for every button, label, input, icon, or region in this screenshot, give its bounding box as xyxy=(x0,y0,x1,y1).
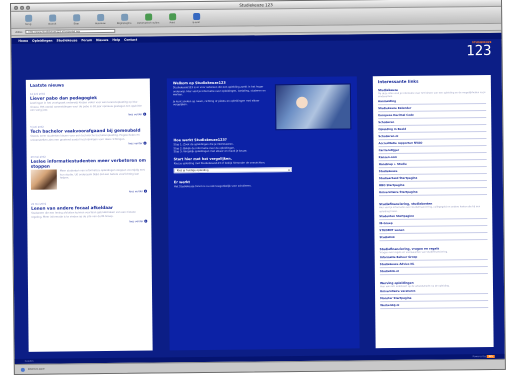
start-text: Kies je opleiding met Studiekeuze123 of … xyxy=(173,161,266,166)
site-logo[interactable]: STUDIEKEUZE 123 xyxy=(449,41,491,61)
powered-by: Powered by IBG xyxy=(472,354,495,359)
arrow-circle-icon xyxy=(143,189,147,193)
welcome-block: Welkom op Studiekeuze123 Studiekeuze123 … xyxy=(173,79,352,131)
mail-icon xyxy=(192,12,200,20)
read-more-link[interactable]: lees verder xyxy=(31,189,147,195)
refresh-button[interactable]: Vernieuw xyxy=(91,13,109,25)
news-item: 5 juni 2002 Tech bachelor vaakvoorafgaan… xyxy=(30,125,147,147)
back-button[interactable]: Terug xyxy=(19,14,37,25)
welcome-text: Studiekeuze123 is er voor iedereen die e… xyxy=(172,85,266,97)
link-group: Werving opleidingen Voor wie zich oriënt… xyxy=(380,280,489,310)
step-3: Stap 3: Vergelijk opleidingen met elkaar… xyxy=(173,149,248,154)
news-headline[interactable]: Leslee informatiestudenten meer verbeter… xyxy=(31,158,147,169)
nav-item-nieuws[interactable]: Nieuws xyxy=(96,38,108,42)
print-button[interactable]: Print xyxy=(163,12,181,24)
browser-window: Studiekeuze 123 Terug Vooruit Stop Verni… xyxy=(10,0,506,375)
link-group: Studiekeuze Op deze sites vind je inform… xyxy=(378,87,488,197)
news-column: Laatste nieuws 12 juni 2002 Liever pabo … xyxy=(25,78,153,352)
arrow-circle-icon xyxy=(143,142,147,146)
arrow-circle-icon xyxy=(143,112,147,116)
stop-button[interactable]: Stop xyxy=(67,13,85,25)
welcome-text-2: Je kunt zoeken op naam, richting of plaa… xyxy=(173,99,260,107)
home-icon xyxy=(120,13,128,21)
link-item[interactable]: Werkenbij.nl xyxy=(380,301,489,310)
colofon-link[interactable]: Colofon xyxy=(25,360,34,363)
logo-number: 123 xyxy=(466,42,492,60)
forward-arrow-icon xyxy=(48,14,56,22)
nav-item-opleidingen[interactable]: Opleidingen xyxy=(32,39,52,43)
link-group: Studiefinanciering, studiekosten Hier vi… xyxy=(379,201,488,241)
minimize-window-button[interactable] xyxy=(20,5,25,10)
link-item[interactable]: Universitaire Startpagina xyxy=(378,188,488,197)
address-label: Adres xyxy=(15,30,23,34)
close-window-button[interactable] xyxy=(14,5,19,10)
link-group: Studiefinanciering, vragen en regels Vra… xyxy=(379,246,488,276)
news-body: Studenten die een lening afsluiten kunne… xyxy=(31,211,136,219)
read-more-link[interactable]: lees verder xyxy=(31,219,148,224)
autofill-icon xyxy=(144,13,152,21)
refresh-icon xyxy=(96,13,104,21)
ibg-logo[interactable]: IBG xyxy=(486,354,495,359)
globe-icon xyxy=(20,367,25,372)
home-button[interactable]: Beginpagina xyxy=(115,13,133,24)
stop-icon xyxy=(72,13,80,21)
student-photo xyxy=(274,83,352,131)
url-input[interactable]: http://www.studiekeuze123.nl/cs/portal.a… xyxy=(25,28,116,34)
link-item[interactable]: Studielink xyxy=(379,232,488,241)
links-column: Interessante links Studiekeuze Op deze s… xyxy=(372,74,494,349)
forum-text: Het Studiekeuze forum is nu ook toeganke… xyxy=(173,184,252,189)
how-it-works: Hoe werkt Studiekeuze123? Stap 1: Zoek d… xyxy=(173,136,351,154)
print-icon xyxy=(168,12,176,20)
news-item: 12 juni 2002 Liever pabo dan pedagogiek … xyxy=(30,92,147,117)
status-text: Internet zone xyxy=(27,367,45,371)
back-arrow-icon xyxy=(24,14,32,22)
forward-button[interactable]: Vooruit xyxy=(43,14,61,25)
link-item[interactable]: Studielink.nl xyxy=(379,267,488,276)
news-body: Steeds meer studenten kiezen voor een te… xyxy=(30,133,140,142)
start-block: Start hier met het vergelijken. Kies je … xyxy=(173,155,352,174)
news-body: Leerlingen in het voortgezet onderwijs k… xyxy=(30,100,142,112)
nav-item-contact[interactable]: Contact xyxy=(124,38,137,42)
forum-block: Er werkt Het Studiekeuze forum is nu ook… xyxy=(174,179,352,189)
arrow-circle-icon xyxy=(144,219,148,223)
screenshot-canvas: Studiekeuze 123 Terug Vooruit Stop Verni… xyxy=(0,0,511,388)
news-photo xyxy=(30,169,57,190)
read-more-link[interactable]: lees verder xyxy=(30,112,147,117)
nav-item-forum[interactable]: Forum xyxy=(81,38,92,42)
nav-item-studiekeuze[interactable]: Studiekeuze xyxy=(57,38,78,42)
mail-button[interactable]: E-mail xyxy=(187,12,205,24)
read-more-link[interactable]: lees verder xyxy=(30,142,147,147)
dropdown-arrow-icon: ▾ xyxy=(288,168,290,173)
study-select[interactable]: Kies je huidige opleiding ▾ xyxy=(173,167,292,174)
links-title: Interessante links xyxy=(377,78,419,85)
autofill-button[interactable]: Automatisch vullen xyxy=(137,13,159,24)
web-page: Home Opleidingen Studiekeuze Forum Nieuw… xyxy=(11,32,505,364)
news-item: 29 mei 2002 Leslee informatiestudenten m… xyxy=(31,155,147,195)
news-title: Laatste nieuws xyxy=(29,82,65,88)
news-item: 22 mei 2002 Lenen van andere focaal afke… xyxy=(31,202,148,224)
window-controls xyxy=(14,5,31,10)
main-column: Welkom op Studiekeuze123 Studiekeuze123 … xyxy=(166,76,360,351)
nav-item-help[interactable]: Help xyxy=(112,38,120,42)
zoom-window-button[interactable] xyxy=(26,5,31,10)
window-title: Studiekeuze 123 xyxy=(239,2,273,8)
nav-item-home[interactable]: Home xyxy=(18,39,28,43)
